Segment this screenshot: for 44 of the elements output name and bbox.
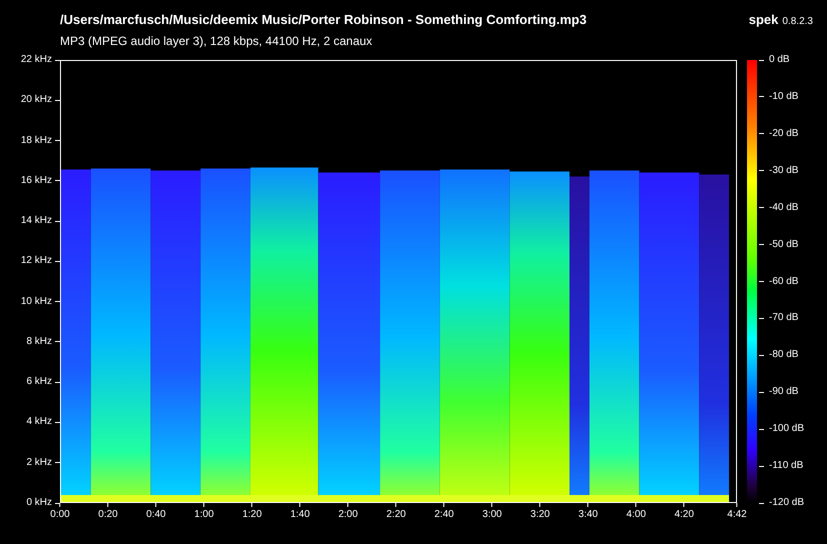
time-tick-label: 3:40 xyxy=(578,509,598,521)
time-tick-label: 4:20 xyxy=(674,509,694,521)
time-tick-label: 3:20 xyxy=(530,509,550,521)
decibel-tick-label: -120 dB xyxy=(769,497,804,509)
time-tick-label: 1:40 xyxy=(290,509,310,521)
time-tick-label: 0:40 xyxy=(146,509,166,521)
time-tick-label: 1:00 xyxy=(194,509,214,521)
frequency-tick-label: 22 kHz xyxy=(20,54,52,66)
time-tick-label: 2:40 xyxy=(434,509,454,521)
frequency-tick-label: 12 kHz xyxy=(20,255,52,268)
decibel-tick-label: -110 dB xyxy=(769,460,804,472)
time-tick-label: 1:20 xyxy=(242,509,262,521)
frequency-tick-label: 0 kHz xyxy=(26,497,52,509)
frequency-tick-label: 16 kHz xyxy=(20,174,52,187)
decibel-tick-label: -80 dB xyxy=(769,349,798,362)
decibel-tick-label: -100 dB xyxy=(769,423,804,436)
time-tick-label: 0:20 xyxy=(98,509,118,521)
frequency-tick-label: 6 kHz xyxy=(26,376,52,388)
time-tick-label: 4:00 xyxy=(626,509,646,521)
frequency-tick-label: 20 kHz xyxy=(20,94,52,106)
frequency-tick-label: 4 kHz xyxy=(26,416,52,428)
decibel-tick-label: -30 dB xyxy=(769,164,798,177)
decibel-tick-label: -50 dB xyxy=(769,238,798,251)
decibel-tick-label: -10 dB xyxy=(769,90,798,103)
decibel-tick-label: 0 dB xyxy=(769,54,790,66)
frequency-tick-label: 14 kHz xyxy=(20,215,52,228)
decibel-tick-label: -70 dB xyxy=(769,312,798,324)
decibel-tick-label: -40 dB xyxy=(769,202,798,214)
frequency-tick-label: 10 kHz xyxy=(20,296,52,308)
decibel-tick-label: -60 dB xyxy=(769,276,798,288)
frequency-tick-label: 2 kHz xyxy=(26,456,52,469)
frequency-tick-label: 8 kHz xyxy=(26,336,52,348)
frequency-tick-label: 18 kHz xyxy=(20,134,52,147)
time-tick-label: 2:00 xyxy=(338,509,358,521)
app-version: 0.8.2.3 xyxy=(782,15,813,29)
app-name: spek xyxy=(748,12,778,28)
time-tick-label: 4:42 xyxy=(727,509,747,521)
file-path-title: /Users/marcfusch/Music/deemix Music/Porter Robinson - Something Comforting.mp3 xyxy=(60,12,588,28)
time-tick-label: 3:00 xyxy=(482,509,502,521)
decibel-tick-label: -20 dB xyxy=(769,128,798,140)
audio-format-info: MP3 (MPEG audio layer 3), 128 kbps, 44100 Hz, 2 canaux xyxy=(60,34,374,49)
time-tick-label: 0:00 xyxy=(50,509,70,521)
decibel-tick-label: -90 dB xyxy=(769,386,798,398)
time-tick-label: 2:20 xyxy=(386,509,406,521)
